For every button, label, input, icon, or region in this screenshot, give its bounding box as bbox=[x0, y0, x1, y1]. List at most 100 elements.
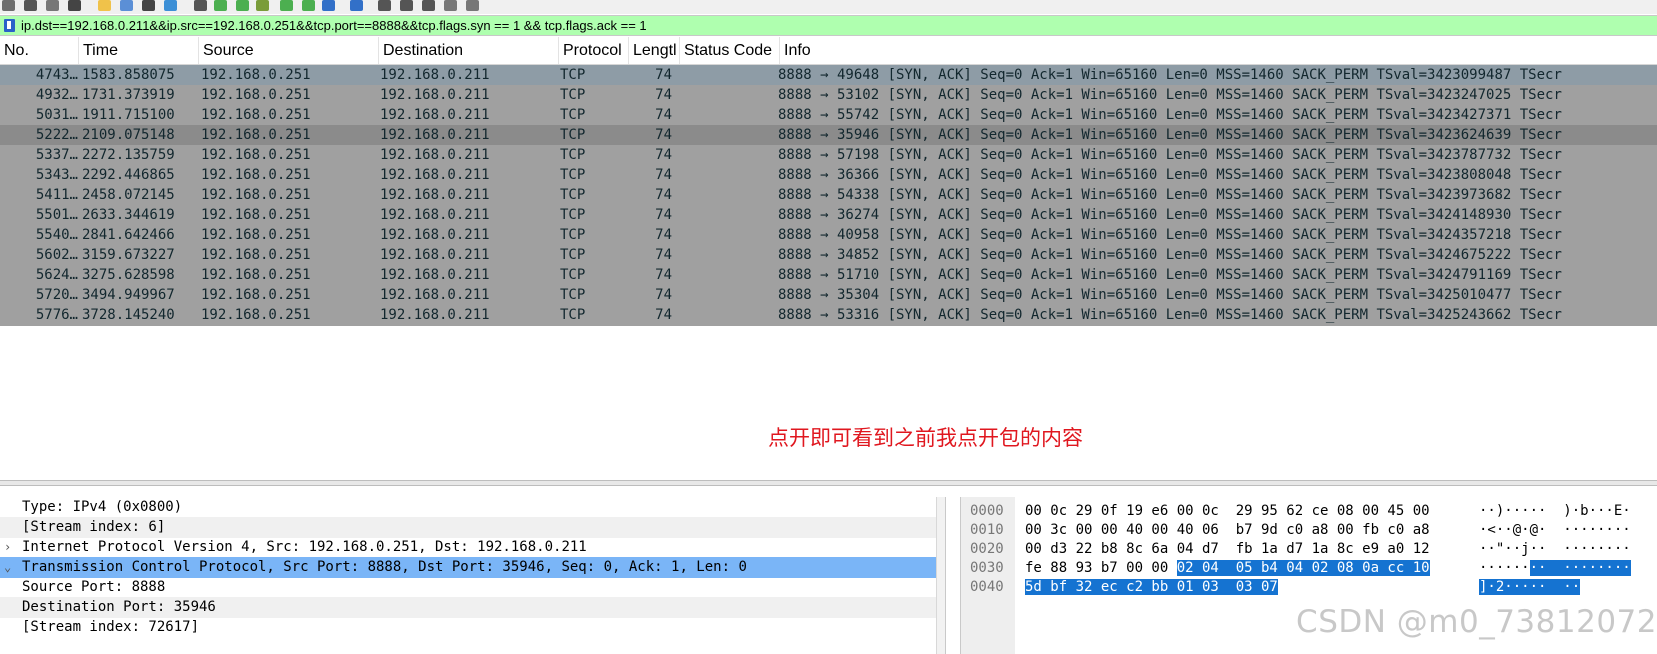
back-icon[interactable] bbox=[214, 0, 227, 11]
display-filter-bar[interactable]: ip.dst==192.168.0.211&&ip.src==192.168.0… bbox=[0, 15, 1657, 36]
resize-columns-icon[interactable] bbox=[444, 0, 457, 11]
options-icon[interactable] bbox=[68, 0, 81, 11]
bytes-ascii[interactable]: ··)····· )·b···E· bbox=[1479, 501, 1631, 521]
packet-row[interactable]: 5776… 3728.145240 192.168.0.251 192.168.0.2… bbox=[0, 305, 1657, 326]
bytes-ascii-plain: ·<··@·@· ········ bbox=[1479, 522, 1631, 538]
detail-line[interactable]: [Stream index: 72617] bbox=[0, 617, 936, 638]
packet-row[interactable]: 5411… 2458.072145 192.168.0.251 192.168.0.2… bbox=[0, 185, 1657, 206]
detail-text: Source Port: 8888 bbox=[22, 579, 166, 595]
packet-cell-length: 74 bbox=[655, 207, 672, 223]
forward-icon[interactable] bbox=[236, 0, 249, 11]
column-header-status-code[interactable]: Status Code bbox=[680, 37, 780, 64]
detail-line[interactable]: ⌄ Transmission Control Protocol, Src Port… bbox=[0, 557, 936, 578]
packet-cell-info: 8888 → 55742 [SYN, ACK] Seq=0 Ack=1 Win=… bbox=[778, 107, 1562, 123]
packet-cell-destination: 192.168.0.211 bbox=[380, 87, 490, 103]
packet-row[interactable]: 5343… 2292.446865 192.168.0.251 192.168.0.2… bbox=[0, 165, 1657, 186]
detail-line[interactable]: Type: IPv4 (0x0800) bbox=[0, 497, 936, 518]
bytes-hex[interactable]: fe 88 93 b7 00 00 02 04 05 b4 04 02 08 0… bbox=[1025, 558, 1430, 578]
bytes-ascii[interactable]: ··"··j·· ········ bbox=[1479, 539, 1631, 559]
bytes-hex[interactable]: 00 3c 00 00 40 00 40 06 b7 9d c0 a8 00 f… bbox=[1025, 520, 1430, 540]
stop-icon[interactable] bbox=[24, 0, 37, 11]
packet-cell-info: 8888 → 53102 [SYN, ACK] Seq=0 Ack=1 Win=… bbox=[778, 87, 1562, 103]
packet-row[interactable]: 5031… 1911.715100 192.168.0.251 192.168.0.2… bbox=[0, 105, 1657, 126]
zoom-in-icon[interactable] bbox=[378, 0, 391, 11]
close-file-icon[interactable] bbox=[142, 0, 155, 11]
packet-row[interactable]: 4743… 1583.858075 192.168.0.251 192.168.0.2… bbox=[0, 65, 1657, 86]
packet-cell-protocol: TCP bbox=[560, 227, 586, 243]
autoscroll-icon[interactable] bbox=[322, 0, 335, 11]
packet-cell-no: 5343… bbox=[35, 167, 78, 183]
expand-arrow-icon[interactable]: ⌄ bbox=[4, 557, 16, 578]
column-header-no[interactable]: No. bbox=[0, 37, 79, 64]
open-folder-icon[interactable] bbox=[98, 0, 111, 11]
packet-cell-status bbox=[682, 145, 778, 166]
annotation-text: 点开即可看到之前我点开包的内容 bbox=[768, 426, 1083, 450]
packet-cell-time: 3494.949967 bbox=[82, 287, 175, 303]
column-header-info[interactable]: Info bbox=[780, 37, 1657, 64]
pane-splitter[interactable] bbox=[0, 480, 1657, 486]
normal-size-icon[interactable] bbox=[422, 0, 435, 11]
packet-row[interactable]: 5337… 2272.135759 192.168.0.251 192.168.0.2… bbox=[0, 145, 1657, 166]
column-header-time[interactable]: Time bbox=[79, 37, 199, 64]
bytes-hex[interactable]: 00 d3 22 b8 8c 6a 04 d7 fb 1a d7 1a 8c e… bbox=[1025, 539, 1430, 559]
bytes-ascii[interactable]: ·<··@·@· ········ bbox=[1479, 520, 1631, 540]
zoom-out-icon[interactable] bbox=[400, 0, 413, 11]
filter-bookmark-icon[interactable] bbox=[4, 19, 15, 32]
packet-row[interactable]: 5222… 2109.075148 192.168.0.251 192.168.0.2… bbox=[0, 125, 1657, 146]
display-filter-input[interactable]: ip.dst==192.168.0.211&&ip.src==192.168.0… bbox=[21, 18, 647, 33]
detail-line[interactable]: › Internet Protocol Version 4, Src: 192.1… bbox=[0, 537, 936, 558]
first-packet-icon[interactable] bbox=[280, 0, 293, 11]
packet-cell-time: 1911.715100 bbox=[82, 107, 175, 123]
packet-cell-protocol: TCP bbox=[560, 247, 586, 263]
packet-cell-time: 1583.858075 bbox=[82, 67, 175, 83]
packet-cell-length: 74 bbox=[655, 267, 672, 283]
shark-fin-icon[interactable] bbox=[2, 0, 15, 11]
packet-cell-info: 8888 → 49648 [SYN, ACK] Seq=0 Ack=1 Win=… bbox=[778, 67, 1562, 83]
restart-icon[interactable] bbox=[46, 0, 59, 11]
packet-row[interactable]: 5501… 2633.344619 192.168.0.251 192.168.0.2… bbox=[0, 205, 1657, 226]
packet-row[interactable]: 5602… 3159.673227 192.168.0.251 192.168.0.2… bbox=[0, 245, 1657, 266]
packet-cell-length: 74 bbox=[655, 147, 672, 163]
save-icon[interactable] bbox=[120, 0, 133, 11]
layout-icon[interactable] bbox=[466, 0, 479, 11]
packet-cell-time: 3728.145240 bbox=[82, 307, 175, 323]
packet-cell-time: 2841.642466 bbox=[82, 227, 175, 243]
packet-cell-no: 4743… bbox=[35, 67, 78, 83]
column-header-protocol[interactable]: Protocol bbox=[559, 37, 629, 64]
detail-line[interactable]: Destination Port: 35946 bbox=[0, 597, 936, 618]
packet-row[interactable]: 5540… 2841.642466 192.168.0.251 192.168.0.2… bbox=[0, 225, 1657, 246]
detail-line[interactable]: Source Port: 8888 bbox=[0, 577, 936, 598]
detail-text: [Stream index: 6] bbox=[22, 519, 166, 535]
detail-text: Internet Protocol Version 4, Src: 192.16… bbox=[22, 539, 587, 555]
packet-cell-status bbox=[682, 225, 778, 246]
bytes-hex[interactable]: 00 0c 29 0f 19 e6 00 0c 29 95 62 ce 08 0… bbox=[1025, 501, 1430, 521]
column-header-destination[interactable]: Destination bbox=[379, 37, 559, 64]
packet-row[interactable]: 5624… 3275.628598 192.168.0.251 192.168.0.2… bbox=[0, 265, 1657, 286]
last-packet-icon[interactable] bbox=[302, 0, 315, 11]
bytes-ascii[interactable]: ········ ········ bbox=[1479, 558, 1631, 578]
bytes-hex[interactable]: 5d bf 32 ec c2 bb 01 03 03 07 bbox=[1025, 577, 1278, 597]
packet-row[interactable]: 4932… 1731.373919 192.168.0.251 192.168.0.2… bbox=[0, 85, 1657, 106]
bytes-ascii[interactable]: ]·2····· ·· bbox=[1479, 577, 1581, 597]
details-scrollbar[interactable] bbox=[936, 497, 945, 654]
bytes-line: 0010 00 3c 00 00 40 00 40 06 b7 9d c0 a8 … bbox=[961, 520, 1657, 540]
packet-cell-protocol: TCP bbox=[560, 147, 586, 163]
find-icon[interactable] bbox=[194, 0, 207, 11]
packet-cell-time: 2633.344619 bbox=[82, 207, 175, 223]
packet-cell-protocol: TCP bbox=[560, 287, 586, 303]
packet-row[interactable]: 5720… 3494.949967 192.168.0.251 192.168.0.2… bbox=[0, 285, 1657, 306]
packet-cell-status bbox=[682, 265, 778, 286]
colorize-icon[interactable] bbox=[350, 0, 363, 11]
column-header-length[interactable]: Lengtl bbox=[629, 37, 680, 64]
reload-icon[interactable] bbox=[164, 0, 177, 11]
column-header-source[interactable]: Source bbox=[199, 37, 379, 64]
detail-line[interactable]: [Stream index: 6] bbox=[0, 517, 936, 538]
go-to-packet-icon[interactable] bbox=[256, 0, 269, 11]
packet-cell-source: 192.168.0.251 bbox=[201, 227, 311, 243]
main-toolbar bbox=[0, 0, 1657, 14]
packet-cell-no: 5776… bbox=[35, 307, 78, 323]
packet-cell-source: 192.168.0.251 bbox=[201, 87, 311, 103]
expand-arrow-icon[interactable]: › bbox=[4, 537, 16, 558]
packet-cell-destination: 192.168.0.211 bbox=[380, 107, 490, 123]
packet-cell-info: 8888 → 34852 [SYN, ACK] Seq=0 Ack=1 Win=… bbox=[778, 247, 1562, 263]
